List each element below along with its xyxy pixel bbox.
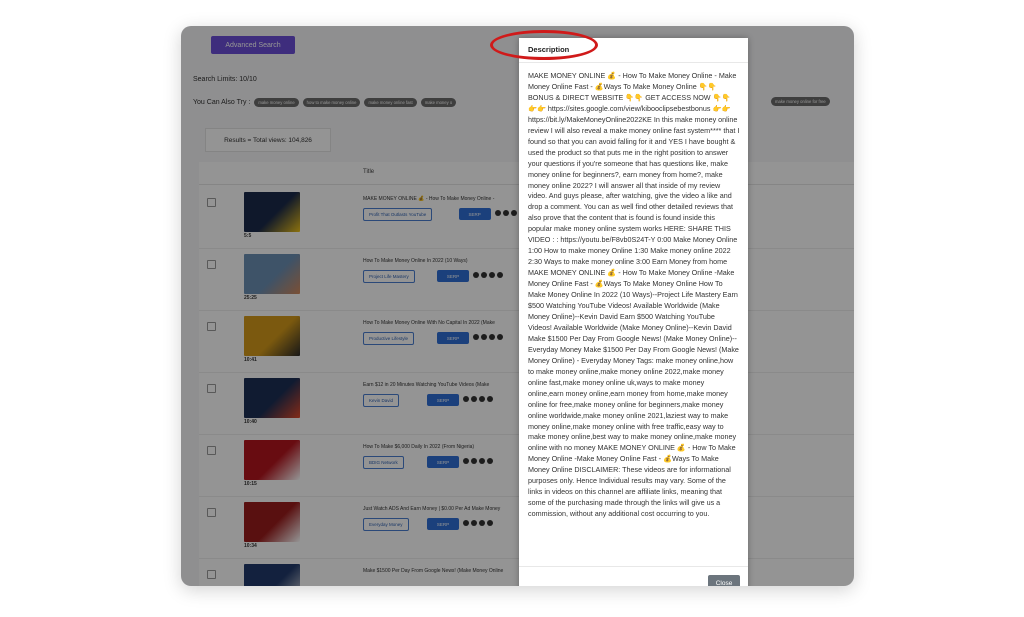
description-text: MAKE MONEY ONLINE 💰 - How To Make Money … <box>528 71 740 519</box>
annotation-circle <box>490 30 598 60</box>
close-button[interactable]: Close <box>708 575 740 586</box>
modal-backdrop[interactable] <box>181 26 854 586</box>
modal-footer: Close <box>519 566 748 586</box>
app-window: Advanced Search Search Limits: 10/10 You… <box>181 26 854 586</box>
description-modal: Description MAKE MONEY ONLINE 💰 - How To… <box>519 38 748 586</box>
